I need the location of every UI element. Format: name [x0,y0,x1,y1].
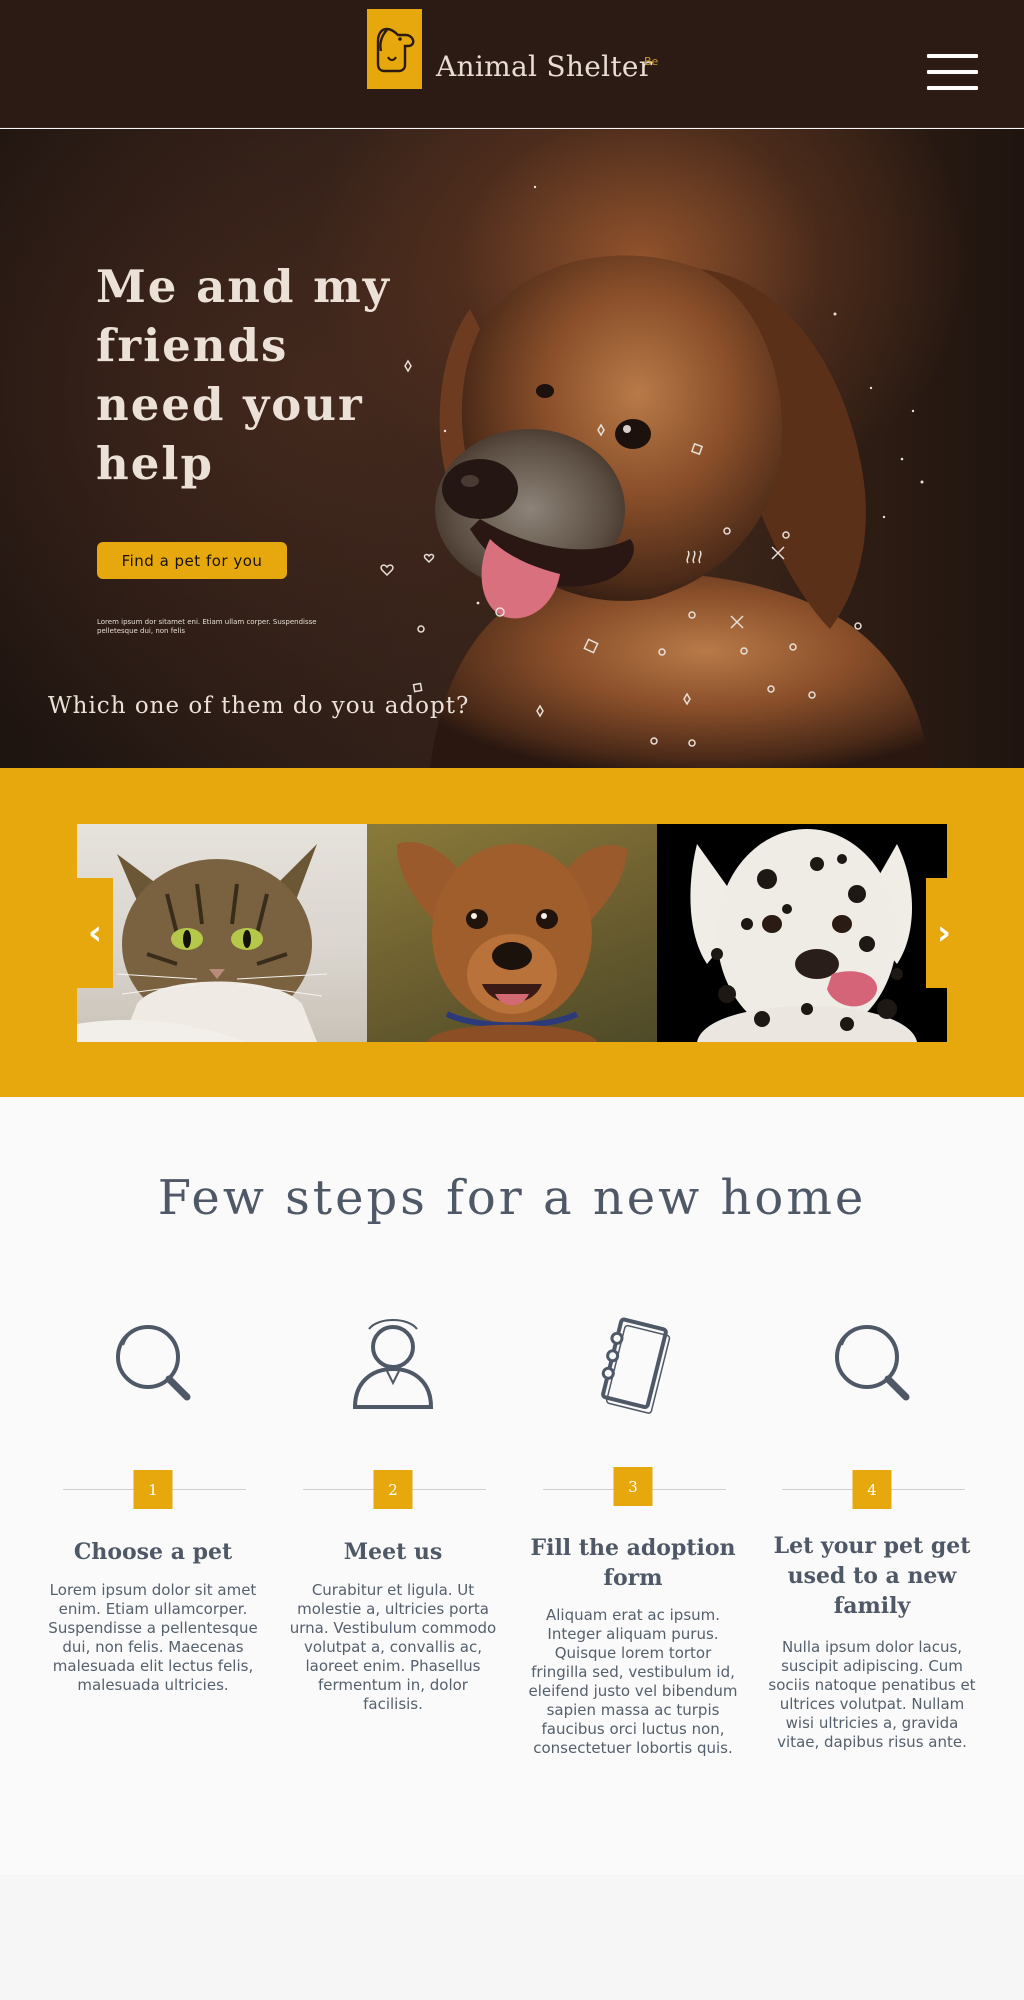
step-heading: Let your pet get used to a new family [773,1533,971,1619]
step-description: Aliquam erat ac ipsum. Integer aliquam p… [528,1606,738,1757]
hero-section: Me and my friends need your help Find a … [0,129,1024,768]
carousel-prev-button[interactable]: ‹ [77,878,113,988]
dalmatian-photo [690,829,917,1042]
carousel-slide-dalmatian[interactable] [657,824,947,1042]
dog-photo [397,842,627,1042]
hamburger-bar [927,54,978,58]
hamburger-bar [927,86,978,90]
hero-question: Which one of them do you adopt? [48,693,470,719]
find-pet-button[interactable]: Find a pet for you [97,542,287,579]
search-icon [835,1325,910,1401]
hamburger-menu-button[interactable] [927,54,978,90]
step-heading: Meet us [343,1539,443,1565]
steps-section: Few steps for a new home 1 Choose a pet … [0,1097,1024,1875]
carousel-slide-dog[interactable] [367,824,657,1042]
hamburger-bar [927,70,978,74]
step-description: Curabitur et ligula. Ut molestie a, ultr… [289,1581,497,1713]
step-number-badge: 1 [133,1470,173,1509]
chevron-right-icon: › [936,913,951,953]
cat-photo [77,844,328,1042]
brand-name[interactable]: Animal Shelter [436,50,652,83]
hero-title: Me and my friends need your help [96,260,391,490]
step-heading: Choose a pet [73,1539,233,1565]
carousel-slide-cat[interactable] [77,824,367,1042]
site-header: Animal Shelter Be [0,0,1024,128]
logo[interactable] [367,9,422,89]
step-description: Lorem ipsum dolor sit amet enim. Etiam u… [48,1581,258,1694]
chevron-left-icon: ‹ [87,913,102,953]
step-heading: Fill the adoption form [530,1535,736,1591]
step-description: Nulla ipsum dolor lacus, suscipit adipis… [768,1638,976,1751]
brand-sup: Be [644,55,659,68]
pet-carousel: ‹ › [0,768,1024,1097]
step-number-badge: 3 [613,1467,653,1506]
search-icon [116,1325,191,1401]
dog-logo-icon [376,27,414,73]
carousel-track [77,824,947,1042]
step-card-4: 4 Let your pet get used to a new family … [762,1097,982,1875]
step-card-3: 3 Fill the adoption form Aliquam erat ac… [523,1097,743,1875]
page-footer-band [0,1875,1024,2000]
step-number-badge: 2 [373,1470,413,1509]
step-card-2: 2 Meet us Curabitur et ligula. Ut molest… [283,1097,503,1875]
hero-small-text: Lorem ipsum dor sitamet eni. Etiam ullam… [97,618,317,635]
step-card-1: 1 Choose a pet Lorem ipsum dolor sit ame… [43,1097,263,1875]
carousel-next-button[interactable]: › [926,878,962,988]
person-icon [352,1319,434,1409]
notebook-icon [601,1317,671,1414]
step-number-badge: 4 [852,1470,892,1509]
